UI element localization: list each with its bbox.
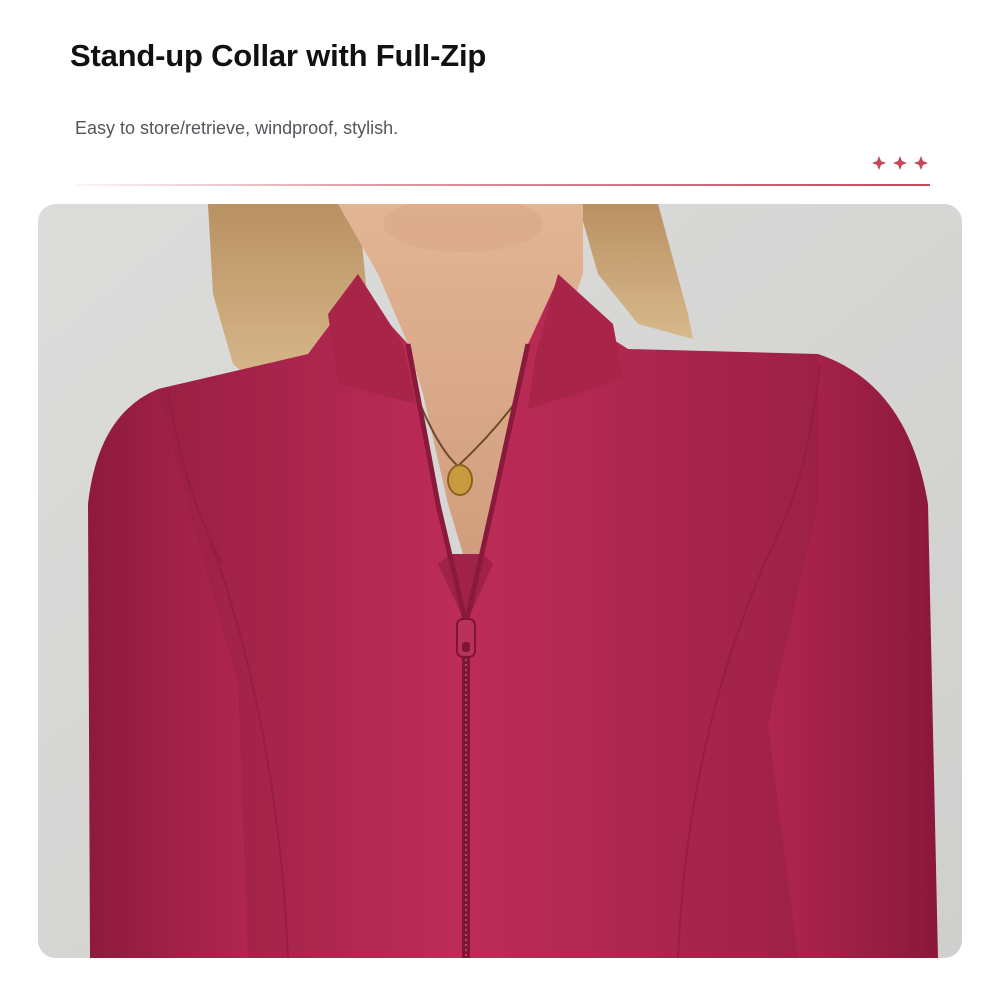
product-photo [38, 204, 962, 958]
sparkle-stars-icon [872, 156, 928, 170]
page-subtitle: Easy to store/retrieve, windproof, styli… [75, 118, 399, 138]
sparkle-icon [872, 156, 886, 170]
page-title: Stand-up Collar with Full-Zip [70, 38, 487, 73]
section-divider [74, 184, 930, 186]
sparkle-icon [893, 156, 907, 170]
sparkle-icon [914, 156, 928, 170]
necklace-pendant [447, 464, 473, 496]
